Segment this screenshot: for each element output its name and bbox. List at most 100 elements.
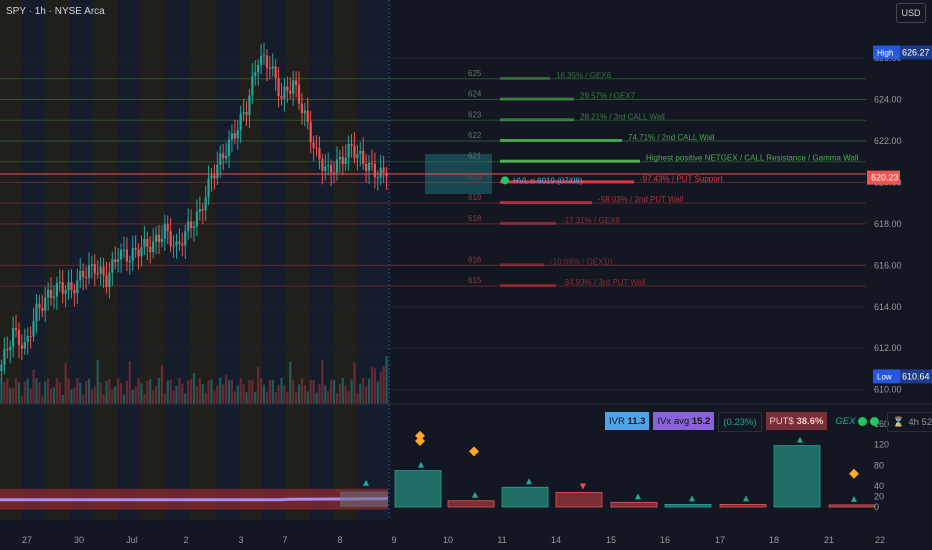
candle-body bbox=[300, 103, 304, 114]
ivx-label: IVx avg bbox=[657, 415, 690, 427]
session-shading bbox=[0, 0, 388, 520]
volume-bar bbox=[321, 360, 324, 404]
volume-bar bbox=[9, 388, 12, 404]
session-band bbox=[240, 0, 262, 520]
volume-bar bbox=[227, 380, 231, 404]
volume-bar bbox=[347, 390, 350, 404]
volume-bar bbox=[254, 391, 257, 404]
candle-body bbox=[306, 110, 309, 123]
signal-marker bbox=[797, 436, 803, 443]
volume-bar bbox=[309, 379, 312, 404]
volume-bar bbox=[87, 378, 91, 404]
volume-bar bbox=[64, 363, 67, 404]
volume-bar bbox=[38, 382, 41, 404]
indicator-tick-label: 20 bbox=[874, 492, 884, 502]
candle-body bbox=[321, 159, 324, 171]
candle-body bbox=[268, 67, 271, 69]
volume-bar bbox=[277, 384, 280, 404]
volume-bar bbox=[341, 378, 344, 404]
ivx-value: 15.2 bbox=[691, 415, 711, 427]
volume-bar bbox=[344, 385, 347, 404]
gex-bar bbox=[500, 221, 556, 225]
volume-bar bbox=[216, 385, 219, 404]
price-axis: 610.00612.00614.00616.00618.00620.00622.… bbox=[874, 53, 902, 512]
hourglass-icon: ⌛ bbox=[892, 416, 905, 428]
candle-body bbox=[35, 303, 38, 322]
currency-button[interactable]: USD bbox=[896, 3, 926, 23]
signal-marker bbox=[526, 478, 532, 485]
candle-body bbox=[149, 246, 152, 253]
candle-body bbox=[262, 55, 266, 57]
candle-body bbox=[277, 77, 280, 97]
session-band bbox=[286, 0, 310, 520]
volume-bar bbox=[137, 378, 140, 404]
candle-body bbox=[309, 122, 312, 143]
gex-bar bbox=[500, 284, 556, 288]
candle-body bbox=[17, 329, 21, 345]
time-tick-label: 8 bbox=[337, 535, 342, 545]
indicator-badges: IVR 11.3 IVx avg 15.2 (0.23%) PUT$ 38.6%… bbox=[605, 412, 932, 432]
volume-bar bbox=[41, 395, 44, 404]
volume-bar bbox=[58, 382, 61, 404]
volume-bar bbox=[96, 360, 99, 404]
time-tick-label: 15 bbox=[606, 535, 616, 545]
time-tick-label: Jul bbox=[126, 535, 138, 545]
candle-body bbox=[70, 281, 73, 290]
candle-body bbox=[137, 249, 140, 257]
gex-bar bbox=[500, 118, 574, 122]
gex-strike-label: 616 bbox=[468, 255, 482, 264]
candle-body bbox=[3, 349, 6, 365]
gex-day-bar bbox=[610, 501, 658, 508]
volume-bar bbox=[295, 392, 298, 404]
candle-body bbox=[271, 66, 274, 69]
candle-body bbox=[160, 238, 164, 242]
gex-strike-label: 622 bbox=[468, 131, 482, 140]
candle-body bbox=[248, 95, 251, 115]
gex-bar bbox=[500, 76, 550, 80]
candle-body bbox=[365, 163, 368, 171]
session-band bbox=[215, 0, 240, 520]
candle-body bbox=[204, 197, 207, 211]
volume-bar bbox=[280, 378, 283, 404]
candle-body bbox=[131, 247, 134, 262]
hvl-label: HVL o 6019 (07/08) bbox=[513, 176, 583, 185]
candle-body bbox=[154, 234, 158, 242]
candle-body bbox=[303, 110, 306, 114]
session-band bbox=[70, 0, 93, 520]
candle-body bbox=[125, 249, 129, 262]
symbol-title[interactable]: SPY · 1h · NYSE Arca bbox=[6, 6, 105, 17]
volume-bar bbox=[265, 392, 269, 404]
gex-day-bar bbox=[447, 500, 495, 508]
time-tick-label: 11 bbox=[497, 535, 506, 545]
candle-body bbox=[341, 156, 344, 165]
candle-body bbox=[286, 86, 289, 91]
volume-bar bbox=[178, 378, 181, 404]
session-band bbox=[22, 0, 45, 520]
chart-canvas[interactable]: 625 16.35% / GEX6 624 29.57% / GEX7 623 28.21… bbox=[0, 0, 932, 550]
candle-body bbox=[210, 175, 213, 179]
candle-body bbox=[14, 328, 18, 330]
gex-level-label: 74.71% / 2nd CALL Wall bbox=[628, 133, 715, 142]
candle-body bbox=[356, 154, 359, 159]
signal-marker bbox=[580, 483, 586, 490]
gex-day-bar bbox=[828, 504, 876, 508]
candle-body bbox=[257, 64, 260, 73]
gex-day-bar bbox=[555, 492, 603, 508]
volume-bar bbox=[213, 391, 216, 404]
candle-body bbox=[172, 245, 175, 247]
candle-body bbox=[379, 167, 382, 178]
session-band bbox=[0, 0, 22, 520]
volume-bar bbox=[251, 379, 254, 404]
candle-body bbox=[312, 142, 315, 148]
candle-body bbox=[157, 234, 161, 242]
indicator-tick-label: 120 bbox=[874, 440, 889, 450]
gex-level-label: -34.93% / 3rd PUT Wall bbox=[562, 278, 646, 287]
session-band bbox=[140, 0, 165, 520]
signal-marker bbox=[689, 495, 695, 502]
volume-bar bbox=[187, 380, 190, 404]
volume-bar bbox=[315, 392, 318, 404]
volume-bar bbox=[312, 380, 315, 404]
volume-bar bbox=[195, 385, 199, 404]
indicator-tick-label: 80 bbox=[874, 460, 884, 470]
diamond-marker bbox=[415, 435, 425, 446]
